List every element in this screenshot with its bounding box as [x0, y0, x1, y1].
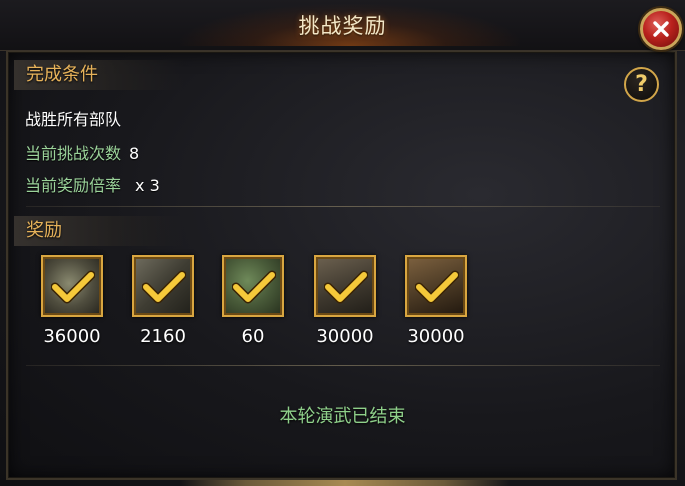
reward-amount-coin: 36000 [43, 326, 101, 347]
rewards-header: 奖励 [14, 216, 184, 246]
question-icon: ? [635, 72, 648, 97]
reward-item-coin[interactable] [41, 255, 103, 317]
check-icon [142, 270, 186, 304]
status-text: 本轮演武已结束 [279, 406, 406, 427]
bottom-trim [180, 480, 510, 486]
dialog-title: 挑战奖励 [298, 14, 387, 38]
check-icon [324, 270, 368, 304]
title-bar: 挑战奖励 [0, 0, 685, 51]
reward-amount-cargo: 2160 [140, 326, 186, 347]
challenge-count-label: 当前挑战次数 [25, 144, 122, 163]
check-icon [51, 270, 95, 304]
reward-item-stone[interactable] [405, 255, 467, 317]
reward-amount-stone: 30000 [407, 326, 465, 347]
multiplier-value: x 3 [135, 176, 160, 195]
check-icon [415, 270, 459, 304]
reward-item-lumber[interactable] [314, 255, 376, 317]
multiplier-label: 当前奖励倍率 [25, 176, 122, 195]
reward-amount-scroll: 60 [241, 326, 265, 347]
reward-item-scroll[interactable] [222, 255, 284, 317]
rewards-divider [26, 365, 660, 366]
conditions-header: 完成条件 [14, 60, 184, 90]
reward-item-cargo[interactable] [132, 255, 194, 317]
help-button[interactable]: ? [624, 67, 659, 102]
challenge-reward-dialog: 挑战奖励 完成条件 ? 战胜所有部队 当前挑战次数 8 当前奖励倍率 x 3 奖励 … [0, 0, 685, 486]
reward-amount-lumber: 30000 [316, 326, 374, 347]
challenge-count-row: 当前挑战次数 8 [25, 140, 139, 164]
requirement-text: 战胜所有部队 [25, 110, 122, 129]
close-button[interactable] [640, 8, 682, 50]
close-icon [653, 21, 669, 37]
multiplier-row: 当前奖励倍率 x 3 [25, 172, 160, 196]
section-divider [26, 206, 660, 207]
check-icon [232, 270, 276, 304]
challenge-count-value: 8 [129, 144, 140, 163]
